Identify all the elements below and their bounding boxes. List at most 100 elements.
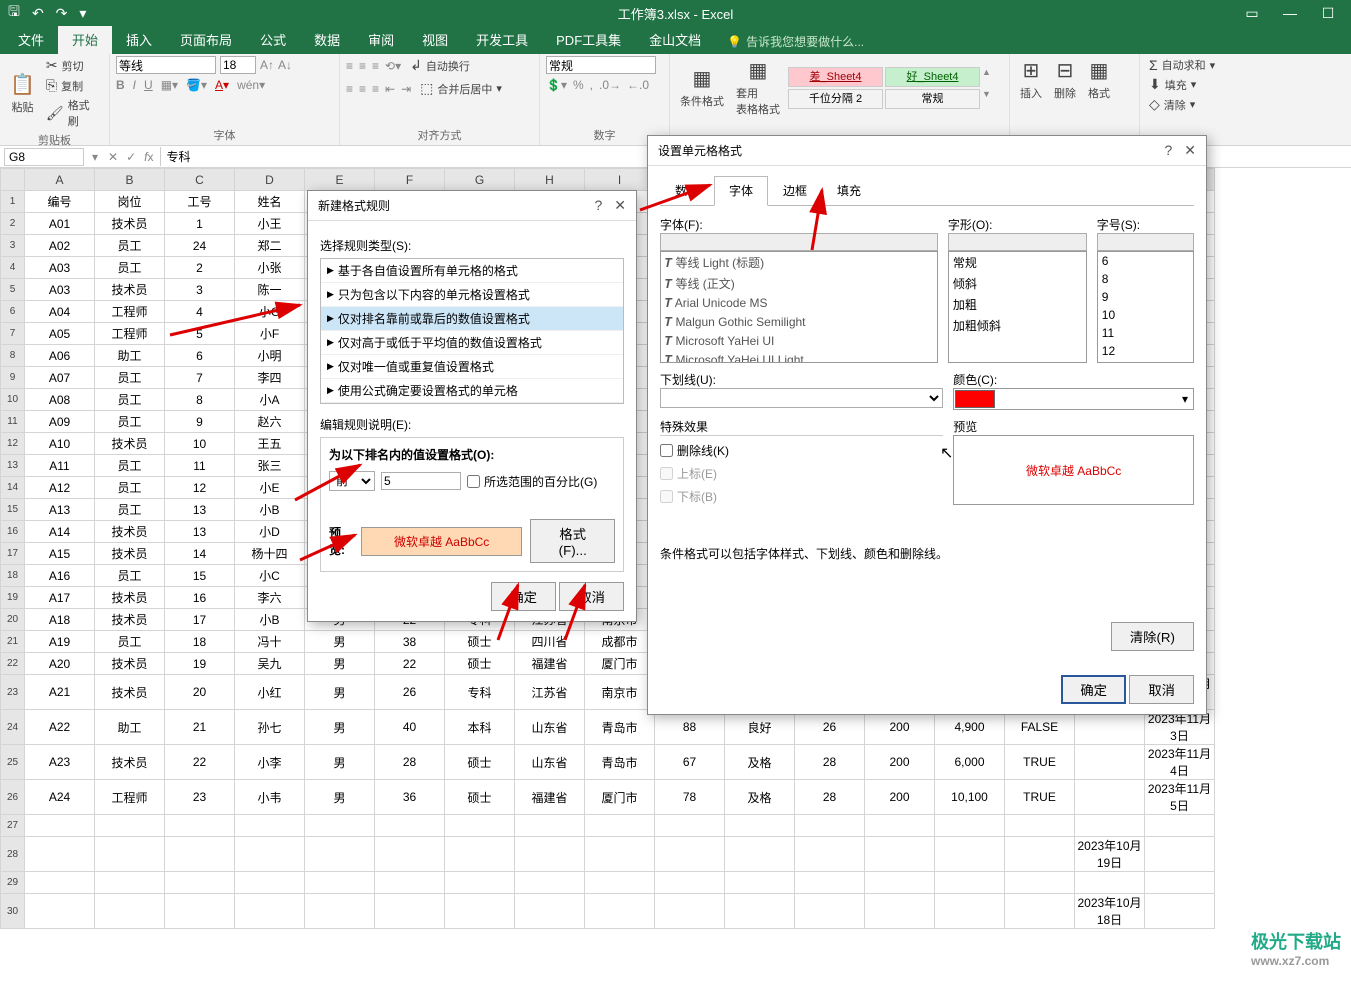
rule-type-item[interactable]: ▶ 仅对唯一值或重复值设置格式 [321,355,623,379]
cell[interactable]: 28 [795,745,865,780]
cell[interactable]: A12 [25,477,95,499]
border-button[interactable]: ▦▾ [161,78,178,92]
rule-ok-button[interactable]: 确定 [491,582,556,611]
cut-button[interactable]: ✂剪切 [43,56,103,75]
cell[interactable]: 员工 [95,411,165,433]
list-item[interactable]: 9 [1098,288,1193,306]
cell[interactable]: 10,100 [935,780,1005,815]
cell[interactable]: A02 [25,235,95,257]
col-header[interactable]: B [95,169,165,191]
color-picker[interactable]: ▾ [953,388,1194,410]
list-item[interactable]: 倾斜 [949,273,1086,294]
cell[interactable]: 2023年10月19日 [1075,837,1145,872]
cell[interactable]: 男 [305,780,375,815]
cell[interactable]: 21 [165,710,235,745]
underline-button[interactable]: U [144,78,153,92]
cell[interactable]: 杨十四 [235,543,305,565]
cell[interactable]: 厦门市 [585,653,655,675]
cell[interactable]: 陈一 [235,279,305,301]
cell[interactable] [1075,745,1145,780]
tab-font[interactable]: 字体 [714,176,768,206]
cell[interactable]: 小D [235,521,305,543]
cell[interactable]: 3 [165,279,235,301]
style-list[interactable]: 常规倾斜加粗加粗倾斜 [948,251,1087,363]
cell[interactable]: A14 [25,521,95,543]
col-header[interactable]: H [515,169,585,191]
cell[interactable]: 郑二 [235,235,305,257]
copy-button[interactable]: ⎘复制 [43,76,103,95]
col-header[interactable]: F [375,169,445,191]
cell[interactable]: 技术员 [95,521,165,543]
list-item[interactable]: 𝑻 Microsoft YaHei UI Light [661,351,937,363]
cell[interactable]: 小F [235,323,305,345]
percent-icon[interactable]: % [573,78,584,92]
cell[interactable]: 工号 [165,191,235,213]
cell[interactable]: 员工 [95,477,165,499]
font-list[interactable]: 𝑻 等线 Light (标题)𝑻 等线 (正文)𝑻 Arial Unicode … [660,251,938,363]
cell[interactable]: 36 [375,780,445,815]
cell[interactable]: 22 [165,745,235,780]
fmt-cancel-button[interactable]: 取消 [1129,675,1194,704]
maximize-icon[interactable]: ☐ [1313,5,1343,22]
cell[interactable]: 15 [165,565,235,587]
cell[interactable]: 技术员 [95,213,165,235]
paste-button[interactable]: 📋粘贴 [6,70,39,117]
style-up-icon[interactable]: ▲ [982,67,991,87]
cell[interactable]: A03 [25,257,95,279]
cell[interactable]: 技术员 [95,543,165,565]
cell[interactable]: 员工 [95,235,165,257]
cell[interactable]: A08 [25,389,95,411]
grow-font-icon[interactable]: A↑ [260,58,274,72]
name-dropdown-icon[interactable]: ▾ [88,150,102,164]
cell[interactable]: 专科 [445,675,515,710]
cell[interactable]: TRUE [1005,780,1075,815]
cell[interactable]: A16 [25,565,95,587]
cell[interactable]: 小韦 [235,780,305,815]
orientation-icon[interactable]: ⟲▾ [385,59,401,73]
currency-icon[interactable]: 💲▾ [546,78,567,92]
rule-type-item[interactable]: ▶ 使用公式确定要设置格式的单元格 [321,379,623,403]
indent-inc-icon[interactable]: ⇥ [401,82,411,96]
close-icon[interactable]: ✕ [1184,142,1196,159]
cell[interactable]: 员工 [95,499,165,521]
italic-button[interactable]: I [133,78,136,92]
close-icon[interactable]: ✕ [614,197,626,214]
cell[interactable]: A11 [25,455,95,477]
cell[interactable]: 40 [375,710,445,745]
cond-format-button[interactable]: ▦条件格式 [676,64,728,111]
cell[interactable]: A04 [25,301,95,323]
cell[interactable]: 李四 [235,367,305,389]
cell[interactable]: 工程师 [95,780,165,815]
cell[interactable]: 员工 [95,257,165,279]
cell[interactable]: 赵六 [235,411,305,433]
name-box[interactable] [4,148,84,166]
col-header[interactable]: C [165,169,235,191]
direction-select[interactable]: 前 [329,471,375,491]
style-down-icon[interactable]: ▼ [982,89,991,109]
cell[interactable]: 18 [165,631,235,653]
format-button[interactable]: 格式(F)... [530,519,615,563]
cell[interactable]: 1 [165,213,235,235]
cell[interactable]: 28 [375,745,445,780]
merge-button[interactable]: ⬚合并后居中▾ [417,79,505,98]
cell[interactable]: A01 [25,213,95,235]
cell[interactable]: 编号 [25,191,95,213]
cell[interactable]: 李六 [235,587,305,609]
cell[interactable]: 岗位 [95,191,165,213]
cell[interactable]: 2023年10月18日 [1075,894,1145,929]
cell[interactable]: 5 [165,323,235,345]
cell[interactable]: 技术员 [95,609,165,631]
number-format[interactable] [546,56,656,74]
cell[interactable]: 硕士 [445,780,515,815]
tab-review[interactable]: 审阅 [354,25,408,54]
cell[interactable]: 吴九 [235,653,305,675]
cell[interactable]: 4 [165,301,235,323]
cell[interactable]: A19 [25,631,95,653]
col-header[interactable]: G [445,169,515,191]
cell[interactable]: 硕士 [445,745,515,780]
align-top-icon[interactable]: ≡ [346,59,353,73]
font-color-button[interactable]: A▾ [215,78,229,92]
bold-button[interactable]: B [116,78,125,92]
cell[interactable]: 2023年11月5日 [1145,780,1215,815]
align-middle-icon[interactable]: ≡ [359,59,366,73]
